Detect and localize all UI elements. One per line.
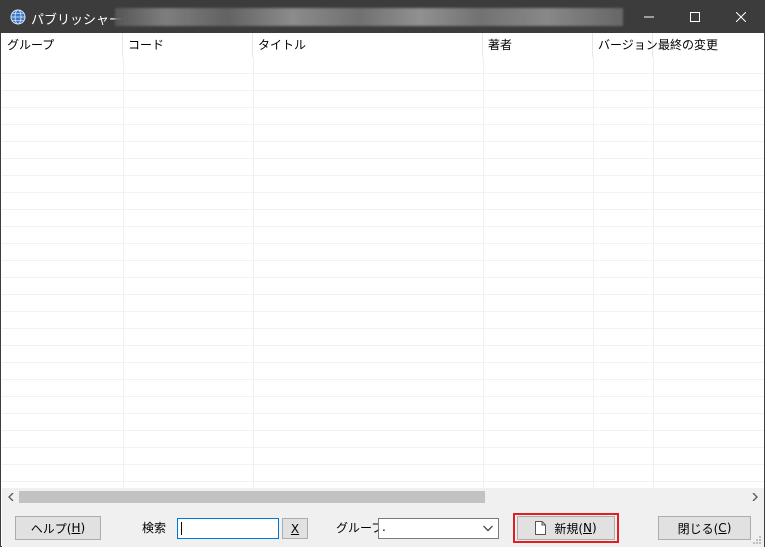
scroll-left-button[interactable]	[2, 488, 19, 506]
bottom-toolbar: ヘルプ(H) 検索 X グループ . 新規(N) 閉じる(C)	[2, 506, 764, 547]
row-divider	[2, 396, 764, 397]
chevron-right-icon	[752, 493, 758, 501]
close-button[interactable]: 閉じる(C)	[658, 516, 751, 540]
search-input[interactable]	[177, 518, 279, 539]
help-label-close: )	[80, 521, 86, 535]
row-divider	[2, 226, 764, 227]
close-window-button[interactable]	[718, 1, 764, 33]
row-divider	[2, 481, 764, 482]
row-divider	[2, 277, 764, 278]
globe-icon	[10, 9, 26, 25]
new-accesskey: N	[583, 521, 592, 535]
minimize-icon	[644, 16, 654, 18]
chevron-left-icon	[7, 493, 13, 501]
row-divider	[2, 294, 764, 295]
row-divider	[2, 311, 764, 312]
row-divider	[2, 192, 764, 193]
column-header-version[interactable]: バージョン	[593, 33, 658, 57]
row-divider	[2, 362, 764, 363]
column-header-code[interactable]: コード	[123, 33, 253, 57]
row-divider	[2, 141, 764, 142]
row-divider	[2, 107, 764, 108]
column-header-title[interactable]: タイトル	[253, 33, 483, 57]
row-divider	[2, 158, 764, 159]
clear-search-button[interactable]: X	[282, 518, 308, 539]
column-divider	[483, 57, 484, 488]
new-button[interactable]: 新規(N)	[517, 516, 615, 540]
scroll-thumb[interactable]	[19, 491, 485, 503]
row-divider	[2, 90, 764, 91]
search-label: 検索	[142, 521, 167, 535]
row-divider	[2, 243, 764, 244]
column-header-author[interactable]: 著者	[483, 33, 593, 57]
chevron-down-icon	[483, 525, 493, 532]
help-label: ヘルプ(	[30, 521, 72, 536]
column-divider	[123, 57, 124, 488]
group-label: グループ	[336, 521, 384, 535]
new-document-icon	[535, 521, 547, 535]
column-divider	[653, 57, 654, 488]
row-divider	[2, 124, 764, 125]
row-divider	[2, 73, 764, 74]
row-divider	[2, 209, 764, 210]
help-accesskey: H	[71, 521, 81, 535]
row-divider	[2, 175, 764, 176]
row-divider	[2, 447, 764, 448]
close-label: 閉じる(	[677, 521, 719, 536]
blurred-title-suffix	[115, 8, 623, 26]
row-divider	[2, 379, 764, 380]
row-divider	[2, 430, 764, 431]
resize-grip-icon[interactable]	[752, 535, 762, 545]
new-label-close: )	[591, 521, 597, 535]
row-divider	[2, 464, 764, 465]
minimize-button[interactable]	[626, 1, 672, 33]
publisher-grid[interactable]: グループ コード タイトル 著者 バージョン 最終の変更	[2, 33, 764, 488]
scroll-right-button[interactable]	[746, 488, 763, 506]
horizontal-scrollbar[interactable]	[2, 488, 764, 506]
new-label: 新規(	[554, 521, 583, 536]
group-select-value: .	[382, 520, 386, 534]
column-header-group[interactable]: グループ	[2, 33, 123, 57]
close-accesskey: C	[718, 521, 727, 535]
window-title: パブリッシャー	[31, 13, 123, 28]
publisher-window: パブリッシャー グループ コード タイトル 著者 バージョン 最終の変更 ヘルプ…	[0, 0, 765, 547]
close-icon	[736, 12, 746, 22]
column-header-last-modified[interactable]: 最終の変更	[653, 33, 764, 57]
row-divider	[2, 260, 764, 261]
close-label-close: )	[726, 521, 732, 535]
column-divider	[253, 57, 254, 488]
row-divider	[2, 328, 764, 329]
maximize-button[interactable]	[672, 1, 718, 33]
clear-search-label: X	[290, 521, 300, 536]
row-divider	[2, 413, 764, 414]
help-button[interactable]: ヘルプ(H)	[15, 516, 101, 540]
column-divider	[593, 57, 594, 488]
group-select[interactable]: .	[378, 518, 499, 539]
row-divider	[2, 345, 764, 346]
maximize-icon	[690, 12, 700, 22]
text-caret	[181, 522, 182, 535]
title-bar[interactable]: パブリッシャー	[1, 1, 764, 33]
grid-header: グループ コード タイトル 著者 バージョン 最終の変更	[2, 33, 764, 57]
